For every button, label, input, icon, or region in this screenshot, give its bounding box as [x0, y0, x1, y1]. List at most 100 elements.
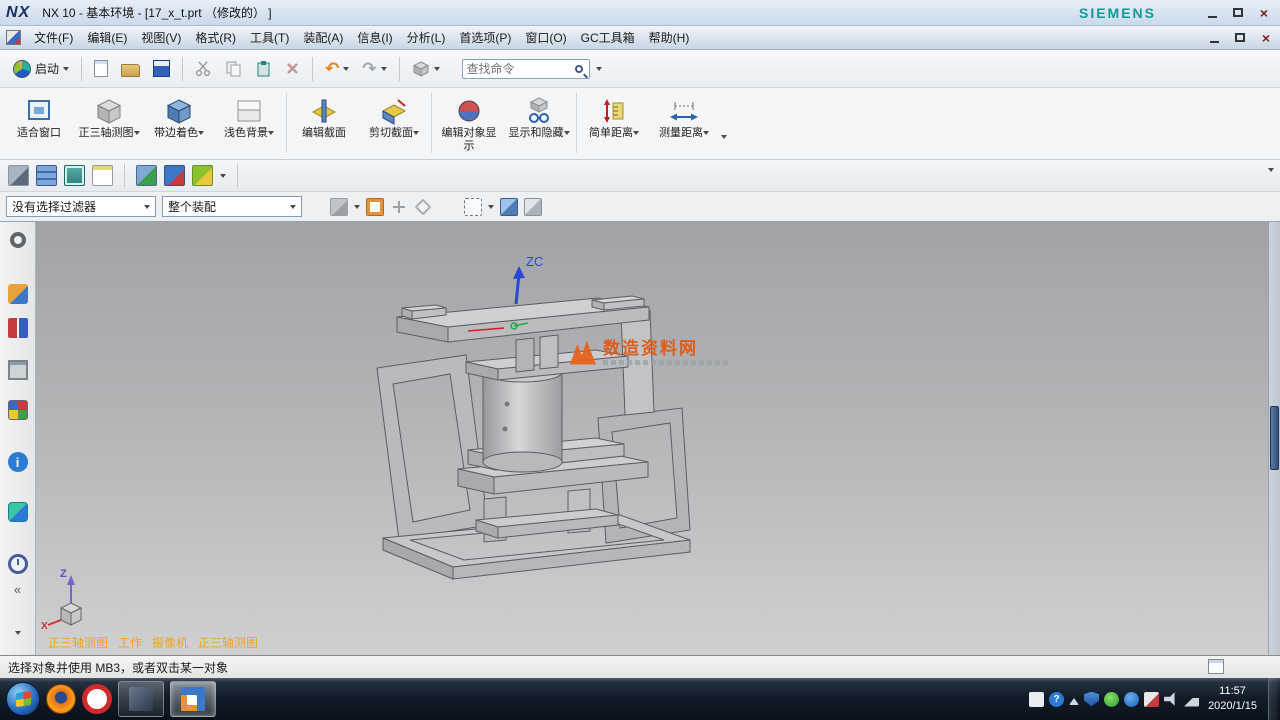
selection-scope-dropdown[interactable]: 整个装配	[162, 196, 302, 217]
add-snap-button[interactable]	[390, 198, 408, 216]
assembly-constraints-button[interactable]	[164, 165, 185, 186]
app-taskbar-button[interactable]	[118, 681, 164, 717]
repeat-command-button[interactable]	[407, 58, 445, 80]
taskbar-clock[interactable]: 11:57 2020/1/15	[1208, 684, 1257, 714]
history-clock-icon[interactable]	[8, 554, 28, 574]
selection-filter-dropdown[interactable]: 没有选择过滤器	[6, 196, 156, 217]
search-input[interactable]	[463, 62, 575, 76]
menu-help[interactable]: 帮助(H)	[642, 26, 697, 49]
delete-button[interactable]	[280, 58, 305, 79]
menu-file[interactable]: 文件(F)	[27, 26, 80, 49]
assembly-toolbar	[0, 160, 1280, 192]
snap-midpoint-button[interactable]	[415, 198, 432, 215]
menu-window[interactable]: 窗口(O)	[518, 26, 573, 49]
menu-edit[interactable]: 编辑(E)	[80, 26, 134, 49]
antivirus-tray-icon[interactable]	[1104, 692, 1119, 707]
graphics-viewport[interactable]: ZC 数造资料网 Z X	[36, 222, 1268, 655]
roles-icon[interactable]	[8, 284, 28, 304]
ribbon-clip-section[interactable]: 剪切截面	[359, 90, 429, 156]
component-list-button[interactable]	[64, 165, 85, 186]
ribbon-edit-section[interactable]: 编辑截面	[289, 90, 359, 156]
wireframe-selection-button[interactable]	[524, 198, 542, 216]
maximize-icon	[1233, 8, 1243, 17]
copy-button[interactable]	[220, 57, 247, 80]
point-constructor-button[interactable]	[366, 198, 384, 216]
move-component-button[interactable]	[136, 165, 157, 186]
ribbon-light-background[interactable]: 浅色背景	[214, 90, 284, 156]
watermark-title: 数造资料网	[603, 340, 731, 357]
minimize-button[interactable]	[1202, 5, 1222, 21]
menu-gc-toolbox[interactable]: GC工具箱	[574, 26, 642, 49]
siemens-logo: SIEMENS	[1079, 5, 1156, 21]
palette-icon[interactable]	[8, 400, 28, 420]
open-file-button[interactable]	[116, 57, 145, 80]
menu-tools[interactable]: 工具(T)	[243, 26, 296, 49]
hidden-icons-chevron[interactable]	[1069, 693, 1079, 705]
constraint-navigator-icon[interactable]	[8, 318, 28, 338]
open-component-button[interactable]	[36, 165, 57, 186]
shaded-selection-button[interactable]	[500, 198, 518, 216]
undo-button[interactable]: ↶	[320, 57, 354, 80]
vertical-scrollbar[interactable]	[1268, 222, 1280, 655]
web-browser-icon[interactable]	[8, 502, 28, 522]
chevron-down-icon[interactable]	[488, 205, 494, 212]
mdi-minimize-button[interactable]	[1204, 30, 1224, 46]
app-icon	[129, 687, 153, 711]
collapse-chevron-icon[interactable]	[8, 582, 28, 602]
cut-button[interactable]	[190, 57, 217, 80]
window-pin-icon[interactable]	[8, 360, 28, 380]
search-icon[interactable]	[575, 65, 583, 73]
save-button[interactable]	[148, 57, 175, 80]
nx-taskbar-button[interactable]	[170, 681, 216, 717]
ribbon-show-hide[interactable]: 显示和隐藏	[504, 90, 574, 156]
ribbon-measure-distance[interactable]: 测量距离	[649, 90, 719, 156]
paste-button[interactable]	[250, 57, 277, 80]
show-desktop-button[interactable]	[1268, 678, 1278, 720]
update-tray-icon[interactable]	[1144, 692, 1159, 707]
network-icon[interactable]	[1184, 692, 1199, 707]
mdi-restore-button[interactable]	[1230, 30, 1250, 46]
input-method-icon[interactable]	[1029, 692, 1044, 707]
help-tray-icon[interactable]	[1049, 692, 1064, 707]
firefox-taskbar-icon[interactable]	[46, 684, 76, 714]
ribbon-simple-distance[interactable]: 简单距离	[579, 90, 649, 156]
redo-button[interactable]: ↷	[357, 57, 391, 80]
snap-point-button[interactable]	[330, 198, 348, 216]
volume-icon[interactable]	[1164, 692, 1179, 707]
start-menu-button[interactable]: 启动	[8, 57, 74, 81]
menu-assemblies[interactable]: 装配(A)	[296, 26, 350, 49]
start-orb-button[interactable]	[6, 682, 40, 716]
report-button[interactable]	[92, 165, 113, 186]
toolbar-overflow-chevron-icon[interactable]	[1268, 168, 1274, 189]
close-button[interactable]: ×	[1254, 5, 1274, 21]
workspace-icon[interactable]	[1208, 659, 1224, 674]
wave-link-button[interactable]	[192, 165, 213, 186]
chevron-down-icon[interactable]	[220, 174, 226, 181]
ribbon-fit-window[interactable]: 适合窗口	[4, 90, 74, 156]
ribbon-isometric-view[interactable]: 正三轴测图	[74, 90, 144, 156]
cloud-tray-icon[interactable]	[1124, 692, 1139, 707]
maximize-button[interactable]	[1228, 5, 1248, 21]
new-file-button[interactable]	[89, 57, 113, 80]
chevron-down-icon	[63, 67, 69, 74]
ribbon-edit-object-display[interactable]: 编辑对象显示	[434, 90, 504, 156]
security-shield-icon[interactable]	[1084, 692, 1099, 707]
ribbon-overflow-chevron-icon[interactable]	[721, 135, 727, 156]
ribbon-shaded-with-edges[interactable]: 带边着色	[144, 90, 214, 156]
ribbon-label: 简单距离	[589, 127, 633, 140]
menu-format[interactable]: 格式(R)	[188, 26, 243, 49]
marquee-select-button[interactable]	[464, 198, 482, 216]
chevron-down-icon[interactable]	[596, 67, 602, 74]
menu-information[interactable]: 信息(I)	[350, 26, 399, 49]
settings-gear-icon[interactable]	[10, 232, 26, 248]
menu-preferences[interactable]: 首选项(P)	[452, 26, 518, 49]
mdi-close-button[interactable]: ×	[1256, 30, 1276, 46]
browser-taskbar-icon[interactable]	[82, 684, 112, 714]
chevron-down-icon[interactable]	[354, 205, 360, 212]
info-icon[interactable]	[8, 452, 28, 472]
find-component-button[interactable]	[8, 165, 29, 186]
sidebar-overflow-chevron-icon[interactable]	[15, 631, 21, 652]
menu-view[interactable]: 视图(V)	[134, 26, 188, 49]
menu-analysis[interactable]: 分析(L)	[400, 26, 453, 49]
scrollbar-thumb[interactable]	[1270, 406, 1279, 470]
